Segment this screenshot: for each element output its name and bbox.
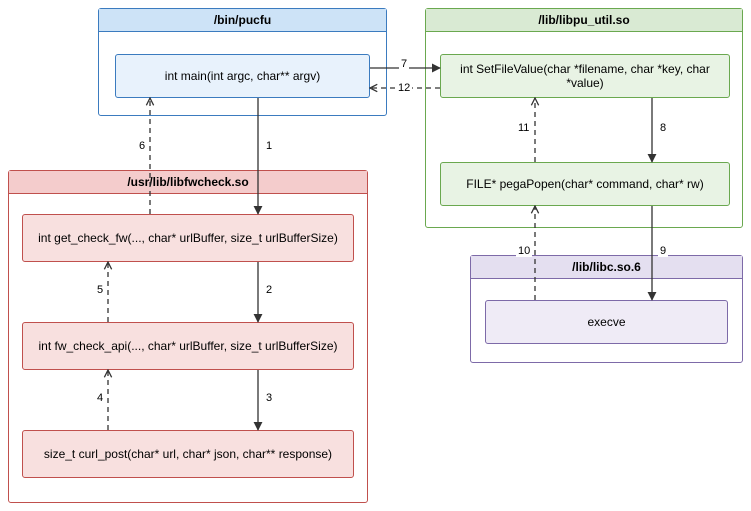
node-curl-post: size_t curl_post(char* url, char* json, … bbox=[22, 430, 354, 478]
edge-label-1: 1 bbox=[264, 140, 274, 152]
node-execve: execve bbox=[485, 300, 728, 344]
edge-label-5: 5 bbox=[95, 284, 105, 296]
module-title-libfwcheck: /usr/lib/libfwcheck.so bbox=[9, 171, 367, 194]
edge-label-2: 2 bbox=[264, 284, 274, 296]
edge-label-9: 9 bbox=[658, 245, 668, 257]
module-title-libc: /lib/libc.so.6 bbox=[471, 256, 742, 279]
node-setfilevalue: int SetFileValue(char *filename, char *k… bbox=[440, 54, 730, 98]
node-main: int main(int argc, char** argv) bbox=[115, 54, 370, 98]
node-curl-post-label: size_t curl_post(char* url, char* json, … bbox=[44, 447, 332, 461]
module-title-bin-pucfu: /bin/pucfu bbox=[99, 9, 386, 32]
node-main-label: int main(int argc, char** argv) bbox=[165, 69, 320, 83]
node-fw-check-api: int fw_check_api(..., char* urlBuffer, s… bbox=[22, 322, 354, 370]
node-get-check-fw-label: int get_check_fw(..., char* urlBuffer, s… bbox=[38, 231, 338, 245]
edge-label-7: 7 bbox=[399, 58, 409, 70]
edge-label-6: 6 bbox=[137, 140, 147, 152]
node-pegapopen: FILE* pegaPopen(char* command, char* rw) bbox=[440, 162, 730, 206]
node-fw-check-api-label: int fw_check_api(..., char* urlBuffer, s… bbox=[38, 339, 337, 353]
node-pegapopen-label: FILE* pegaPopen(char* command, char* rw) bbox=[466, 177, 703, 191]
node-setfilevalue-label: int SetFileValue(char *filename, char *k… bbox=[445, 62, 725, 90]
edge-label-8: 8 bbox=[658, 122, 668, 134]
edge-label-4: 4 bbox=[95, 392, 105, 404]
node-get-check-fw: int get_check_fw(..., char* urlBuffer, s… bbox=[22, 214, 354, 262]
edge-label-10: 10 bbox=[516, 245, 532, 257]
edge-label-3: 3 bbox=[264, 392, 274, 404]
node-execve-label: execve bbox=[587, 315, 625, 329]
edge-label-11: 11 bbox=[516, 122, 531, 134]
edge-label-12: 12 bbox=[396, 82, 412, 94]
module-title-libpu-util: /lib/libpu_util.so bbox=[426, 9, 742, 32]
